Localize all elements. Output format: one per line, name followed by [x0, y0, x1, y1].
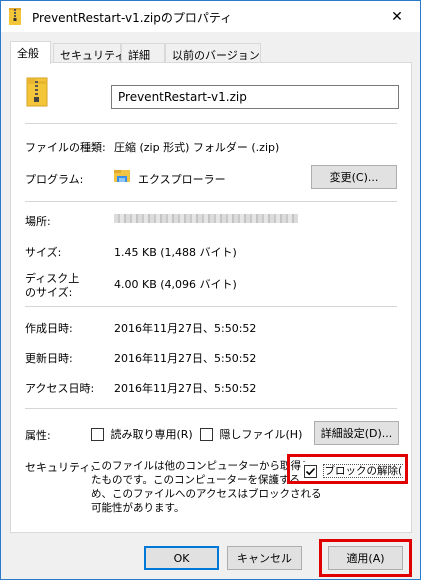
- properties-dialog: PreventRestart-v1.zipのプロパティ ✕ 全般 セキュリティ …: [0, 0, 421, 580]
- location-label: 場所:: [25, 215, 51, 228]
- advanced-button[interactable]: 詳細設定(D)...: [314, 421, 399, 445]
- tab-details[interactable]: 詳細: [121, 43, 165, 63]
- hidden-checkbox[interactable]: 隠しファイル(H): [200, 426, 302, 442]
- size-label: サイズ:: [25, 246, 62, 259]
- ok-button[interactable]: OK: [144, 546, 219, 570]
- explorer-icon: [114, 170, 130, 182]
- disk-size-label-line2: のサイズ:: [25, 286, 73, 299]
- zip-file-icon: [26, 77, 48, 107]
- tab-strip: 全般 セキュリティ 詳細 以前のバージョン: [10, 41, 412, 64]
- unblock-highlight-box: [287, 454, 408, 484]
- type-label: ファイルの種類:: [25, 141, 106, 154]
- readonly-label: 読み取り専用(R): [110, 428, 193, 441]
- accessed-value: 2016年11月27日、5:50:52: [114, 382, 257, 395]
- accessed-label: アクセス日時:: [25, 382, 95, 395]
- tab-security[interactable]: セキュリティ: [53, 43, 125, 63]
- tab-general[interactable]: 全般: [10, 41, 51, 64]
- attributes-label: 属性:: [25, 429, 51, 442]
- cancel-button[interactable]: キャンセル: [227, 546, 302, 570]
- disk-size-value: 4.00 KB (4,096 バイト): [114, 278, 237, 291]
- file-name-field[interactable]: PreventRestart-v1.zip: [111, 85, 399, 109]
- tab-previous-versions[interactable]: 以前のバージョン: [165, 43, 261, 63]
- close-icon: ✕: [391, 8, 403, 25]
- hidden-label: 隠しファイル(H): [219, 428, 303, 441]
- created-label: 作成日時:: [25, 322, 73, 335]
- modified-label: 更新日時:: [25, 352, 73, 365]
- modified-value: 2016年11月27日、5:50:52: [114, 352, 257, 365]
- separator: [25, 408, 397, 409]
- readonly-checkbox-box[interactable]: [91, 427, 104, 441]
- title-bar: PreventRestart-v1.zipのプロパティ ✕: [1, 1, 420, 32]
- separator: [25, 306, 397, 307]
- size-value: 1.45 KB (1,488 バイト): [114, 246, 237, 259]
- window-title: PreventRestart-v1.zipのプロパティ: [32, 11, 233, 25]
- hidden-checkbox-box[interactable]: [200, 427, 213, 441]
- zip-folder-icon: [9, 8, 21, 25]
- type-value: 圧縮 (zip 形式) フォルダー (.zip): [114, 141, 280, 154]
- created-value: 2016年11月27日、5:50:52: [114, 322, 257, 335]
- program-label: プログラム:: [25, 173, 84, 186]
- program-value: エクスプローラー: [138, 173, 226, 186]
- close-button[interactable]: ✕: [374, 1, 420, 32]
- security-label: セキュリティ:: [25, 461, 95, 474]
- readonly-checkbox[interactable]: 読み取り専用(R): [91, 426, 193, 442]
- separator: [25, 201, 397, 202]
- separator: [25, 123, 397, 124]
- apply-highlight-box: [319, 539, 412, 577]
- change-button[interactable]: 変更(C)...: [311, 165, 397, 189]
- location-value-redacted: [114, 214, 298, 223]
